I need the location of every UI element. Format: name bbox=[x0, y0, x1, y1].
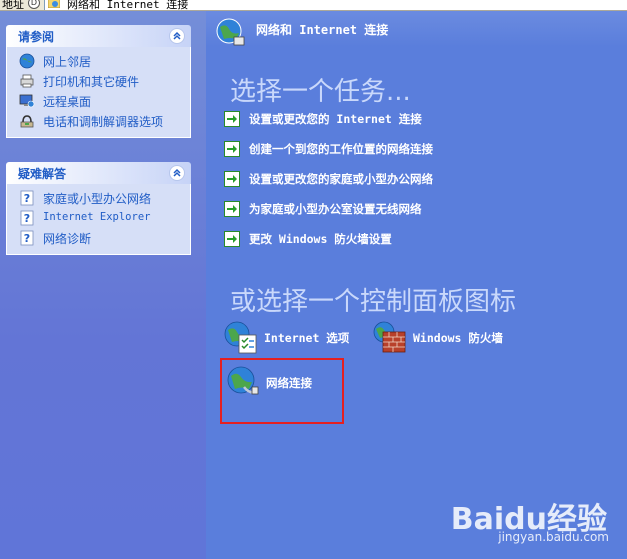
link-network-neighborhood[interactable]: 网上邻居 bbox=[7, 51, 190, 71]
address-label: 地址 bbox=[2, 0, 24, 11]
link-label: 打印机和其它硬件 bbox=[43, 75, 140, 89]
link-label: 网上邻居 bbox=[43, 55, 92, 69]
icon-section-title: 或选择一个控制面板图标 bbox=[230, 287, 517, 317]
see-also-header[interactable]: 请参阅 bbox=[6, 25, 191, 47]
task-section-title: 选择一个任务... bbox=[230, 77, 411, 107]
task-label: 设置或更改您的家庭或小型办公网络 bbox=[249, 172, 433, 186]
troubleshoot-title: 疑难解答 bbox=[18, 167, 67, 181]
task-label: 为家庭或小型办公室设置无线网络 bbox=[249, 202, 422, 216]
help-icon: ? bbox=[20, 190, 34, 206]
green-arrow-icon bbox=[224, 171, 240, 187]
link-phone-modem[interactable]: 电话和调制解调器选项 bbox=[7, 111, 190, 131]
task-label: 更改 Windows 防火墙设置 bbox=[249, 232, 392, 246]
link-internet-explorer[interactable]: ? Internet Explorer bbox=[7, 208, 190, 228]
address-bar: 地址 D 网络和 Internet 连接 bbox=[0, 0, 627, 11]
collapse-button[interactable] bbox=[169, 165, 185, 181]
address-circle-icon: D bbox=[28, 0, 40, 9]
watermark: Baidu经验 jingyan.baidu.com bbox=[451, 486, 619, 556]
internet-options-icon bbox=[224, 321, 257, 354]
task-label: 创建一个到您的工作位置的网络连接 bbox=[249, 142, 433, 156]
link-remote-desktop[interactable]: 远程桌面 bbox=[7, 91, 190, 111]
address-input[interactable]: 网络和 Internet 连接 bbox=[44, 0, 627, 11]
link-home-office-network[interactable]: ? 家庭或小型办公网络 bbox=[7, 188, 190, 208]
double-chevron-up-icon bbox=[173, 168, 181, 177]
folder-globe-icon bbox=[48, 0, 60, 8]
printer-icon bbox=[20, 74, 34, 88]
green-arrow-icon bbox=[224, 231, 240, 247]
help-icon: ? bbox=[20, 210, 34, 226]
left-task-pane: 请参阅 网上邻居 打印机和其它硬件 远程桌面 电话和调制解调器选项 疑难解答 ?… bbox=[0, 11, 206, 559]
link-network-diagnostics[interactable]: ? 网络诊断 bbox=[7, 228, 190, 248]
cp-label: Internet 选项 bbox=[264, 331, 350, 345]
firewall-icon bbox=[373, 321, 406, 353]
network-neighborhood-icon bbox=[19, 53, 35, 69]
green-arrow-icon bbox=[224, 111, 240, 127]
green-arrow-icon bbox=[224, 201, 240, 217]
category-title: 网络和 Internet 连接 bbox=[256, 23, 389, 37]
troubleshoot-body: ? 家庭或小型办公网络 ? Internet Explorer ? 网络诊断 bbox=[6, 184, 191, 255]
phone-modem-icon bbox=[20, 115, 34, 128]
see-also-body: 网上邻居 打印机和其它硬件 远程桌面 电话和调制解调器选项 bbox=[6, 47, 191, 138]
watermark-url: jingyan.baidu.com bbox=[498, 530, 609, 544]
green-arrow-icon bbox=[224, 141, 240, 157]
double-chevron-up-icon bbox=[173, 31, 181, 40]
link-label: 网络诊断 bbox=[43, 232, 92, 246]
collapse-button[interactable] bbox=[169, 28, 185, 44]
link-label: 电话和调制解调器选项 bbox=[43, 115, 164, 129]
network-globe-icon bbox=[216, 18, 245, 46]
svg-text:?: ? bbox=[24, 212, 30, 225]
link-label: 远程桌面 bbox=[43, 95, 92, 109]
main-content: 网络和 Internet 连接 选择一个任务... 设置或更改您的 Intern… bbox=[206, 11, 627, 559]
troubleshoot-header[interactable]: 疑难解答 bbox=[6, 162, 191, 184]
address-text: 网络和 Internet 连接 bbox=[67, 0, 189, 11]
remote-desktop-icon bbox=[19, 94, 35, 108]
cp-label: Windows 防火墙 bbox=[413, 331, 503, 345]
see-also-title: 请参阅 bbox=[18, 30, 55, 44]
link-label: 家庭或小型办公网络 bbox=[43, 192, 152, 206]
link-printers-hardware[interactable]: 打印机和其它硬件 bbox=[7, 71, 190, 91]
task-label: 设置或更改您的 Internet 连接 bbox=[249, 112, 422, 126]
see-also-panel: 请参阅 网上邻居 打印机和其它硬件 远程桌面 电话和调制解调器选项 bbox=[6, 25, 191, 138]
help-icon: ? bbox=[20, 230, 34, 246]
link-label: Internet Explorer bbox=[43, 211, 151, 223]
svg-text:?: ? bbox=[24, 192, 30, 205]
category-header: 网络和 Internet 连接 bbox=[206, 11, 627, 47]
troubleshoot-panel: 疑难解答 ? 家庭或小型办公网络 ? Internet Explorer ? 网… bbox=[6, 162, 191, 255]
svg-text:?: ? bbox=[24, 232, 30, 245]
highlight-box bbox=[220, 358, 344, 424]
